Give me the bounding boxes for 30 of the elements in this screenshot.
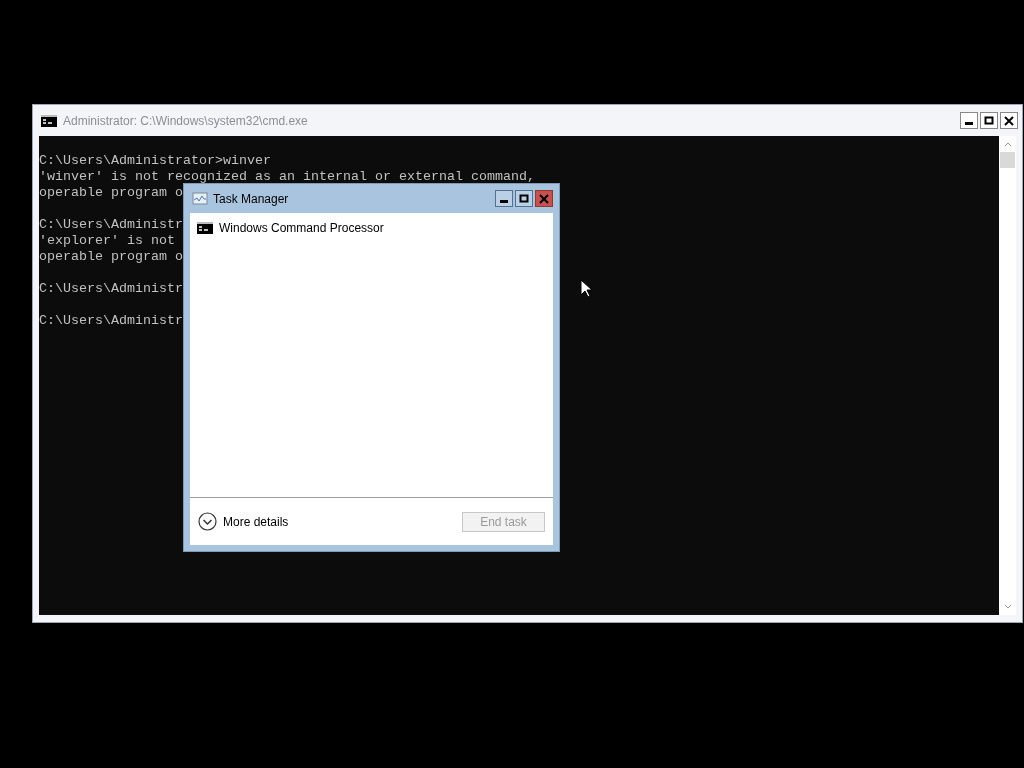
scroll-thumb[interactable] (1000, 152, 1015, 168)
close-icon (1004, 115, 1014, 126)
minimize-button[interactable] (960, 112, 978, 129)
minimize-icon (500, 200, 508, 203)
window-title: Administrator: C:\Windows\system32\cmd.exe (63, 112, 309, 130)
minimize-icon (965, 122, 973, 125)
console-line: operable program o (39, 185, 183, 201)
console-icon (41, 114, 57, 127)
console-line: 'winver' is not recognized as an internal or external command, (39, 169, 535, 185)
console-icon (197, 222, 213, 234)
console-line: C:\Users\Administr (39, 313, 183, 329)
console-line: C:\Users\Administr (39, 281, 183, 297)
console-line: 'explorer' is not (39, 233, 175, 249)
window-title: Task Manager (213, 190, 290, 208)
task-manager-icon (192, 191, 208, 206)
scrollbar[interactable] (999, 136, 1016, 615)
console-line: C:\Users\Administr (39, 217, 183, 233)
close-button[interactable] (1000, 112, 1018, 129)
mouse-pointer-icon (580, 279, 592, 298)
maximize-icon (519, 193, 529, 204)
console-line: operable program o (39, 249, 183, 265)
app-list-item[interactable]: Windows Command Processor (219, 219, 384, 237)
close-icon (539, 193, 549, 204)
expand-icon[interactable] (198, 512, 217, 531)
minimize-button[interactable] (495, 190, 513, 207)
more-details-link[interactable]: More details (223, 512, 456, 531)
maximize-button[interactable] (980, 112, 998, 129)
maximize-button[interactable] (515, 190, 533, 207)
maximize-icon (984, 115, 994, 126)
console-line: C:\Users\Administrator>winver (39, 153, 271, 169)
